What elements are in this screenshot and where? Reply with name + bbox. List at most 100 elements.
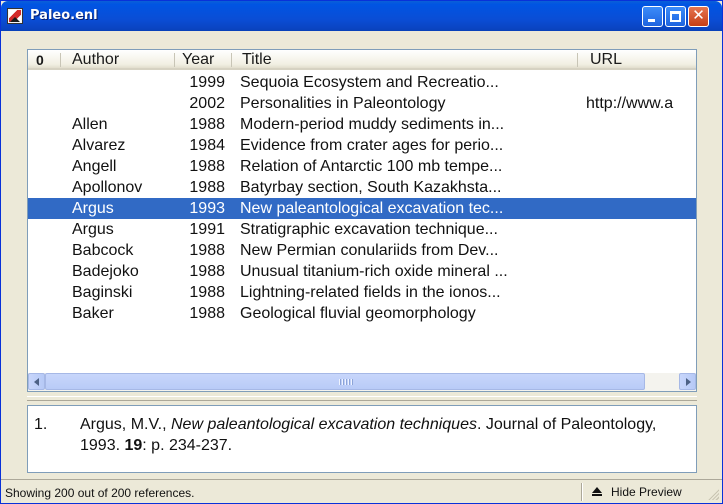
grip-icon bbox=[339, 379, 353, 385]
author-cell: Babcock bbox=[72, 242, 134, 259]
close-button[interactable]: ✕ bbox=[688, 6, 709, 27]
year-cell: 1988 bbox=[189, 116, 225, 133]
year-cell: 1988 bbox=[189, 263, 225, 280]
url-cell: http://www.a bbox=[586, 95, 674, 112]
year-cell: 2002 bbox=[189, 95, 225, 112]
url-cell bbox=[586, 156, 696, 177]
title-cell: New Permian conulariids from Dev... bbox=[240, 242, 499, 259]
year-cell: 1988 bbox=[189, 158, 225, 175]
title-cell: Geological fluvial geomorphology bbox=[240, 305, 476, 322]
preview-splitter[interactable] bbox=[27, 396, 697, 401]
reference-row[interactable]: Argus 1993 New paleantological excavatio… bbox=[28, 198, 696, 219]
maximize-button[interactable] bbox=[665, 6, 686, 27]
url-cell bbox=[586, 219, 696, 240]
title-cell: Modern-period muddy sediments in... bbox=[240, 116, 505, 133]
title-bar[interactable]: Paleo.enl ✕ bbox=[1, 1, 722, 31]
status-bar: Showing 200 out of 200 references. Hide … bbox=[1, 479, 722, 503]
column-author[interactable]: Author bbox=[66, 50, 119, 70]
reference-row[interactable]: Alvarez 1984 Evidence from crater ages f… bbox=[28, 135, 696, 156]
author-cell: Baginski bbox=[72, 284, 133, 301]
citation-volume: 19 bbox=[124, 437, 143, 454]
year-cell: 1988 bbox=[189, 305, 225, 322]
column-divider[interactable] bbox=[577, 53, 578, 67]
citation-title: New paleantological excavation technique… bbox=[171, 416, 477, 433]
url-cell bbox=[586, 261, 696, 282]
minimize-icon bbox=[648, 19, 655, 22]
chevron-left-icon bbox=[34, 378, 39, 386]
close-icon: ✕ bbox=[692, 6, 705, 24]
citation-number: 1. bbox=[34, 416, 48, 433]
horizontal-scrollbar[interactable] bbox=[28, 373, 696, 391]
column-divider[interactable] bbox=[60, 53, 61, 67]
title-cell: Sequoia Ecosystem and Recreatio... bbox=[240, 74, 499, 91]
chevron-right-icon bbox=[686, 378, 691, 386]
scroll-left-button[interactable] bbox=[28, 373, 45, 390]
author-cell bbox=[72, 93, 172, 114]
column-attachment[interactable]: 0 bbox=[28, 50, 58, 70]
app-window: Paleo.enl ✕ 0 Author Year Title URL 1999… bbox=[0, 0, 723, 504]
scroll-right-button[interactable] bbox=[679, 373, 696, 390]
reference-preview: 1. Argus, M.V., New paleantological exca… bbox=[27, 405, 697, 473]
column-divider[interactable] bbox=[231, 53, 232, 67]
year-cell: 1984 bbox=[189, 137, 225, 154]
url-cell bbox=[586, 177, 696, 198]
reference-list[interactable]: 0 Author Year Title URL 1999 Sequoia Eco… bbox=[27, 49, 697, 392]
column-url[interactable]: URL bbox=[584, 50, 622, 70]
author-cell bbox=[72, 72, 172, 93]
author-cell: Alvarez bbox=[72, 137, 126, 154]
formatted-citation: Argus, M.V., New paleantological excavat… bbox=[80, 414, 690, 456]
reference-row[interactable]: Baginski 1988 Lightning-related fields i… bbox=[28, 282, 696, 303]
column-year[interactable]: Year bbox=[176, 50, 214, 70]
url-cell bbox=[586, 282, 696, 303]
column-title[interactable]: Title bbox=[236, 50, 272, 70]
endnote-library-icon[interactable] bbox=[7, 8, 23, 24]
column-divider[interactable] bbox=[174, 53, 175, 67]
hide-preview-label: Hide Preview bbox=[611, 485, 682, 499]
reference-row[interactable]: Argus 1991 Stratigraphic excavation tech… bbox=[28, 219, 696, 240]
window-title: Paleo.enl bbox=[30, 8, 98, 23]
hide-preview-button[interactable]: Hide Preview bbox=[591, 483, 713, 501]
minimize-button[interactable] bbox=[642, 6, 663, 27]
reference-row[interactable]: Badejoko 1988 Unusual titanium-rich oxid… bbox=[28, 261, 696, 282]
maximize-icon bbox=[670, 11, 681, 22]
eject-icon bbox=[591, 487, 602, 497]
title-cell: Lightning-related fields in the ionos... bbox=[240, 284, 501, 301]
year-cell: 1988 bbox=[189, 242, 225, 259]
column-header: 0 Author Year Title URL bbox=[28, 50, 696, 70]
url-cell bbox=[586, 114, 696, 135]
status-text: Showing 200 out of 200 references. bbox=[5, 486, 195, 500]
title-cell: New paleantological excavation tec... bbox=[240, 200, 504, 217]
reference-row[interactable]: Baker 1988 Geological fluvial geomorphol… bbox=[28, 303, 696, 324]
url-cell bbox=[586, 72, 696, 93]
author-cell: Apollonov bbox=[72, 179, 143, 196]
horizontal-scroll-thumb[interactable] bbox=[45, 373, 645, 390]
author-cell: Baker bbox=[72, 305, 114, 322]
title-cell: Batyrbay section, South Kazakhsta... bbox=[240, 179, 502, 196]
year-cell: 1993 bbox=[189, 200, 225, 217]
resize-grip[interactable] bbox=[707, 488, 719, 500]
year-cell: 1999 bbox=[189, 74, 225, 91]
reference-row[interactable]: Babcock 1988 New Permian conulariids fro… bbox=[28, 240, 696, 261]
title-cell: Unusual titanium-rich oxide mineral ... bbox=[240, 263, 508, 280]
url-cell bbox=[586, 135, 696, 156]
reference-row[interactable]: Angell 1988 Relation of Antarctic 100 mb… bbox=[28, 156, 696, 177]
status-divider bbox=[581, 483, 583, 501]
reference-row[interactable]: 1999 Sequoia Ecosystem and Recreatio... bbox=[28, 72, 696, 93]
title-cell: Relation of Antarctic 100 mb tempe... bbox=[240, 158, 503, 175]
reference-row[interactable]: Allen 1988 Modern-period muddy sediments… bbox=[28, 114, 696, 135]
author-cell: Argus bbox=[72, 200, 114, 217]
reference-row[interactable]: Apollonov 1988 Batyrbay section, South K… bbox=[28, 177, 696, 198]
title-cell: Stratigraphic excavation technique... bbox=[240, 221, 498, 238]
url-cell bbox=[586, 240, 696, 261]
year-cell: 1988 bbox=[189, 284, 225, 301]
author-cell: Allen bbox=[72, 116, 108, 133]
year-cell: 1988 bbox=[189, 179, 225, 196]
author-cell: Argus bbox=[72, 221, 114, 238]
author-cell: Angell bbox=[72, 158, 117, 175]
year-cell: 1991 bbox=[189, 221, 225, 238]
title-cell: Evidence from crater ages for perio... bbox=[240, 137, 504, 154]
reference-row[interactable]: 2002 Personalities in Paleontology http:… bbox=[28, 93, 696, 114]
title-cell: Personalities in Paleontology bbox=[240, 95, 446, 112]
url-cell bbox=[586, 303, 696, 324]
citation-author: Argus, M.V., bbox=[80, 416, 171, 433]
